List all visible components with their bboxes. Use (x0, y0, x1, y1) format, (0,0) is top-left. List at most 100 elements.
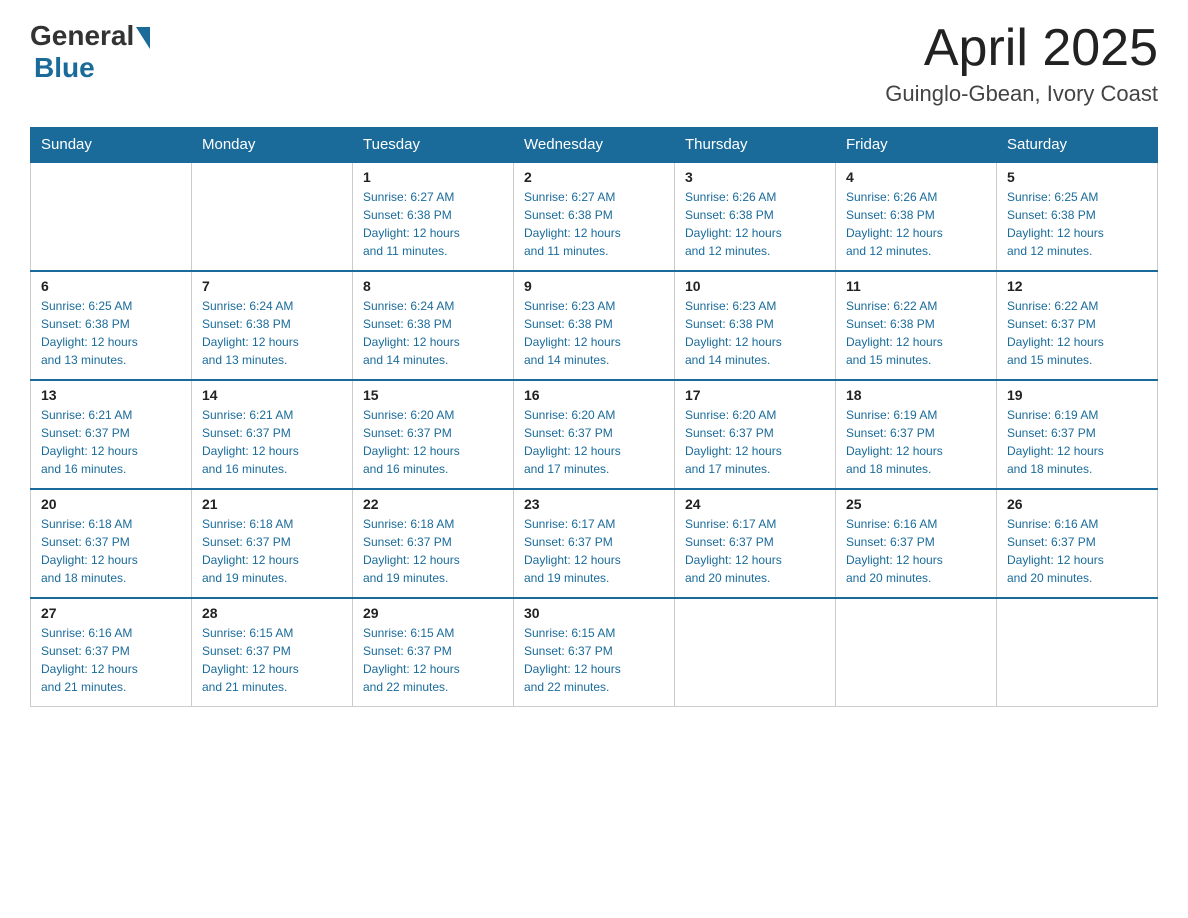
calendar-cell: 12 Sunrise: 6:22 AMSunset: 6:37 PMDayligh… (997, 271, 1158, 380)
day-info: Sunrise: 6:24 AMSunset: 6:38 PMDaylight:… (363, 297, 503, 369)
title-block: April 2025 Guinglo-Gbean, Ivory Coast (885, 20, 1158, 107)
calendar-cell: 3Sunrise: 6:26 AMSunset: 6:38 PMDaylight… (675, 162, 836, 271)
day-info: Sunrise: 6:25 AMSunset: 6:38 PMDaylight:… (1007, 188, 1147, 260)
calendar-week-row: 6 Sunrise: 6:25 AMSunset: 6:38 PMDaylight… (31, 271, 1158, 380)
day-number: 24 (685, 496, 825, 512)
calendar-cell: 16 Sunrise: 6:20 AMSunset: 6:37 PMDayligh… (514, 380, 675, 489)
day-number: 26 (1007, 496, 1147, 512)
day-number: 12 (1007, 278, 1147, 294)
day-number: 6 (41, 278, 181, 294)
day-info: Sunrise: 6:21 AMSunset: 6:37 PMDaylight:… (41, 406, 181, 478)
day-number: 17 (685, 387, 825, 403)
calendar-cell: 20 Sunrise: 6:18 AMSunset: 6:37 PMDayligh… (31, 489, 192, 598)
day-number: 19 (1007, 387, 1147, 403)
calendar-week-row: 13 Sunrise: 6:21 AMSunset: 6:37 PMDayligh… (31, 380, 1158, 489)
day-info: Sunrise: 6:21 AMSunset: 6:37 PMDaylight:… (202, 406, 342, 478)
calendar-header-row: SundayMondayTuesdayWednesdayThursdayFrid… (31, 128, 1158, 163)
day-number: 13 (41, 387, 181, 403)
day-info: Sunrise: 6:22 AMSunset: 6:37 PMDaylight:… (1007, 297, 1147, 369)
day-info: Sunrise: 6:16 AMSunset: 6:37 PMDaylight:… (846, 515, 986, 587)
calendar-table: SundayMondayTuesdayWednesdayThursdayFrid… (30, 127, 1158, 707)
day-info: Sunrise: 6:16 AMSunset: 6:37 PMDaylight:… (41, 624, 181, 696)
calendar-location: Guinglo-Gbean, Ivory Coast (885, 81, 1158, 107)
calendar-week-row: 1 Sunrise: 6:27 AMSunset: 6:38 PMDaylight… (31, 162, 1158, 271)
day-number: 9 (524, 278, 664, 294)
day-info: Sunrise: 6:26 AMSunset: 6:38 PMDaylight:… (685, 188, 825, 260)
day-number: 30 (524, 605, 664, 621)
calendar-cell (997, 598, 1158, 707)
day-info: Sunrise: 6:15 AMSunset: 6:37 PMDaylight:… (524, 624, 664, 696)
calendar-header-saturday: Saturday (997, 128, 1158, 163)
logo-triangle-icon (136, 27, 150, 49)
calendar-cell: 25 Sunrise: 6:16 AMSunset: 6:37 PMDayligh… (836, 489, 997, 598)
day-number: 29 (363, 605, 503, 621)
calendar-cell (836, 598, 997, 707)
calendar-cell: 21 Sunrise: 6:18 AMSunset: 6:37 PMDayligh… (192, 489, 353, 598)
day-number: 8 (363, 278, 503, 294)
calendar-cell: 15Sunrise: 6:20 AMSunset: 6:37 PMDayligh… (353, 380, 514, 489)
day-number: 2 (524, 169, 664, 185)
calendar-cell: 2Sunrise: 6:27 AMSunset: 6:38 PMDaylight… (514, 162, 675, 271)
calendar-header-monday: Monday (192, 128, 353, 163)
calendar-header-sunday: Sunday (31, 128, 192, 163)
day-number: 27 (41, 605, 181, 621)
calendar-cell: 6 Sunrise: 6:25 AMSunset: 6:38 PMDaylight… (31, 271, 192, 380)
calendar-cell: 13 Sunrise: 6:21 AMSunset: 6:37 PMDayligh… (31, 380, 192, 489)
logo: General Blue (30, 20, 150, 84)
calendar-header-thursday: Thursday (675, 128, 836, 163)
day-number: 21 (202, 496, 342, 512)
calendar-cell: 26 Sunrise: 6:16 AMSunset: 6:37 PMDayligh… (997, 489, 1158, 598)
day-info: Sunrise: 6:18 AMSunset: 6:37 PMDaylight:… (41, 515, 181, 587)
day-number: 14 (202, 387, 342, 403)
day-info: Sunrise: 6:18 AMSunset: 6:37 PMDaylight:… (202, 515, 342, 587)
day-info: Sunrise: 6:16 AMSunset: 6:37 PMDaylight:… (1007, 515, 1147, 587)
calendar-cell: 27 Sunrise: 6:16 AMSunset: 6:37 PMDayligh… (31, 598, 192, 707)
calendar-cell (31, 162, 192, 271)
day-number: 18 (846, 387, 986, 403)
day-number: 5 (1007, 169, 1147, 185)
day-number: 25 (846, 496, 986, 512)
calendar-cell: 19 Sunrise: 6:19 AMSunset: 6:37 PMDayligh… (997, 380, 1158, 489)
day-info: Sunrise: 6:17 AMSunset: 6:37 PMDaylight:… (524, 515, 664, 587)
day-info: Sunrise: 6:26 AMSunset: 6:38 PMDaylight:… (846, 188, 986, 260)
calendar-cell: 8 Sunrise: 6:24 AMSunset: 6:38 PMDaylight… (353, 271, 514, 380)
calendar-cell (675, 598, 836, 707)
day-info: Sunrise: 6:15 AMSunset: 6:37 PMDaylight:… (363, 624, 503, 696)
calendar-cell: 5 Sunrise: 6:25 AMSunset: 6:38 PMDaylight… (997, 162, 1158, 271)
page-header: General Blue April 2025 Guinglo-Gbean, I… (30, 20, 1158, 107)
day-info: Sunrise: 6:23 AMSunset: 6:38 PMDaylight:… (524, 297, 664, 369)
day-number: 11 (846, 278, 986, 294)
day-number: 15 (363, 387, 503, 403)
day-info: Sunrise: 6:23 AMSunset: 6:38 PMDaylight:… (685, 297, 825, 369)
calendar-week-row: 20 Sunrise: 6:18 AMSunset: 6:37 PMDayligh… (31, 489, 1158, 598)
calendar-cell: 1 Sunrise: 6:27 AMSunset: 6:38 PMDaylight… (353, 162, 514, 271)
calendar-cell: 29 Sunrise: 6:15 AMSunset: 6:37 PMDayligh… (353, 598, 514, 707)
day-number: 20 (41, 496, 181, 512)
day-number: 7 (202, 278, 342, 294)
calendar-cell: 28Sunrise: 6:15 AMSunset: 6:37 PMDayligh… (192, 598, 353, 707)
day-number: 4 (846, 169, 986, 185)
calendar-cell: 11 Sunrise: 6:22 AMSunset: 6:38 PMDayligh… (836, 271, 997, 380)
calendar-title: April 2025 (885, 20, 1158, 77)
calendar-cell: 9 Sunrise: 6:23 AMSunset: 6:38 PMDaylight… (514, 271, 675, 380)
calendar-cell: 30 Sunrise: 6:15 AMSunset: 6:37 PMDayligh… (514, 598, 675, 707)
calendar-cell: 17Sunrise: 6:20 AMSunset: 6:37 PMDayligh… (675, 380, 836, 489)
day-number: 1 (363, 169, 503, 185)
day-info: Sunrise: 6:19 AMSunset: 6:37 PMDaylight:… (1007, 406, 1147, 478)
day-info: Sunrise: 6:19 AMSunset: 6:37 PMDaylight:… (846, 406, 986, 478)
calendar-week-row: 27 Sunrise: 6:16 AMSunset: 6:37 PMDayligh… (31, 598, 1158, 707)
calendar-cell: 14 Sunrise: 6:21 AMSunset: 6:37 PMDayligh… (192, 380, 353, 489)
calendar-cell: 18 Sunrise: 6:19 AMSunset: 6:37 PMDayligh… (836, 380, 997, 489)
day-info: Sunrise: 6:22 AMSunset: 6:38 PMDaylight:… (846, 297, 986, 369)
logo-general-text: General (30, 20, 134, 52)
day-info: Sunrise: 6:18 AMSunset: 6:37 PMDaylight:… (363, 515, 503, 587)
day-number: 16 (524, 387, 664, 403)
calendar-cell: 10Sunrise: 6:23 AMSunset: 6:38 PMDayligh… (675, 271, 836, 380)
day-number: 23 (524, 496, 664, 512)
calendar-cell: 22Sunrise: 6:18 AMSunset: 6:37 PMDayligh… (353, 489, 514, 598)
day-info: Sunrise: 6:20 AMSunset: 6:37 PMDaylight:… (524, 406, 664, 478)
day-info: Sunrise: 6:25 AMSunset: 6:38 PMDaylight:… (41, 297, 181, 369)
day-info: Sunrise: 6:27 AMSunset: 6:38 PMDaylight:… (363, 188, 503, 260)
calendar-cell: 23 Sunrise: 6:17 AMSunset: 6:37 PMDayligh… (514, 489, 675, 598)
calendar-cell: 24Sunrise: 6:17 AMSunset: 6:37 PMDayligh… (675, 489, 836, 598)
